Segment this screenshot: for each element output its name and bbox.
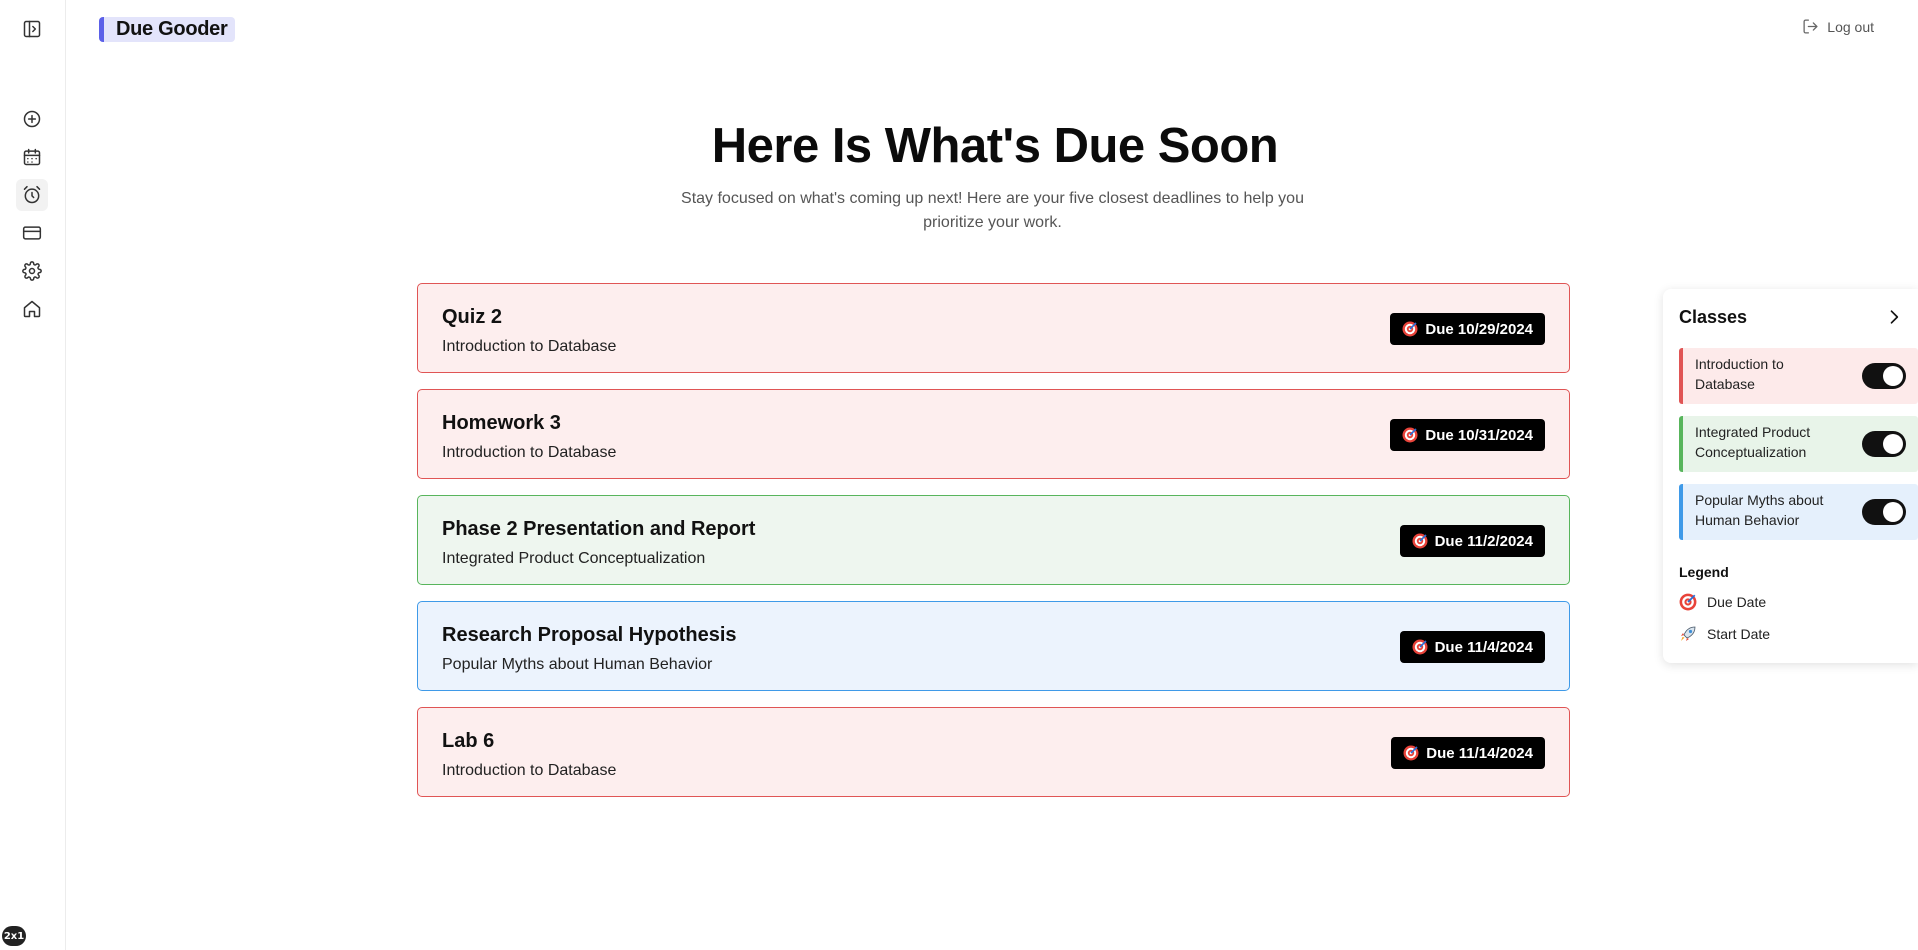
- due-date-text: Due 11/4/2024: [1434, 638, 1533, 656]
- brand-logo[interactable]: Due Gooder: [99, 17, 236, 42]
- due-date-text: Due 10/31/2024: [1425, 426, 1533, 444]
- assignment-card[interactable]: Lab 6 Introduction to Database Due 11/14…: [417, 707, 1570, 797]
- class-item: Integrated Product Conceptualization: [1679, 416, 1918, 472]
- due-date-text: Due 11/14/2024: [1426, 744, 1533, 762]
- due-date-text: Due 11/2/2024: [1434, 532, 1533, 550]
- class-visibility-toggle[interactable]: [1862, 431, 1906, 457]
- logout-button[interactable]: Log out: [1802, 18, 1874, 35]
- class-item: Introduction to Database: [1679, 348, 1918, 404]
- alarm-clock-icon[interactable]: [16, 179, 48, 211]
- classes-panel: Classes Introduction to Database Integra…: [1663, 289, 1918, 663]
- page-subtitle: Stay focused on what's coming up next! H…: [681, 190, 1304, 231]
- classes-panel-title: Classes: [1679, 307, 1748, 327]
- gear-icon[interactable]: [16, 255, 48, 287]
- credit-card-icon[interactable]: [16, 217, 48, 249]
- assignment-title: Lab 6: [442, 730, 495, 752]
- page-title: Here Is What's Due Soon: [711, 119, 1279, 173]
- calendar-icon[interactable]: [16, 141, 48, 173]
- assignment-card[interactable]: Homework 3 Introduction to Database Due …: [417, 389, 1570, 479]
- target-icon: [1412, 639, 1428, 655]
- class-name: Popular Myths about Human Behavior: [1695, 492, 1824, 528]
- target-icon: [1402, 321, 1418, 337]
- assignment-title: Quiz 2: [442, 306, 503, 328]
- legend-item-due-date: Due Date: [1679, 593, 1766, 611]
- legend-item-start-date: Start Date: [1679, 625, 1770, 643]
- assignment-class: Introduction to Database: [442, 338, 617, 355]
- assignment-class: Introduction to Database: [442, 444, 617, 461]
- panel-toggle-icon[interactable]: [16, 13, 48, 45]
- class-name: Introduction to Database: [1695, 356, 1784, 392]
- due-date-badge: Due 10/29/2024: [1390, 313, 1545, 345]
- legend-label: Start Date: [1707, 626, 1771, 642]
- legend-label: Due Date: [1707, 594, 1767, 610]
- rocket-icon: [1679, 625, 1697, 643]
- corner-badge: 2x1: [2, 926, 26, 946]
- legend-title: Legend: [1679, 564, 1729, 580]
- chevron-right-icon[interactable]: [1884, 307, 1904, 327]
- class-visibility-toggle[interactable]: [1862, 363, 1906, 389]
- assignment-list: Quiz 2 Introduction to Database Due 10/2…: [417, 283, 1570, 813]
- due-date-badge: Due 11/14/2024: [1391, 737, 1545, 769]
- assignment-class: Popular Myths about Human Behavior: [442, 656, 713, 673]
- logout-label: Log out: [1827, 18, 1874, 35]
- target-icon: [1412, 533, 1428, 549]
- assignment-title: Phase 2 Presentation and Report: [442, 518, 756, 540]
- target-icon: [1403, 745, 1419, 761]
- assignment-card[interactable]: Phase 2 Presentation and Report Integrat…: [417, 495, 1570, 585]
- assignment-title: Homework 3: [442, 412, 561, 434]
- class-visibility-toggle[interactable]: [1862, 499, 1906, 525]
- assignment-class: Introduction to Database: [442, 762, 617, 779]
- target-icon: [1402, 427, 1418, 443]
- plus-circle-icon[interactable]: [16, 103, 48, 135]
- due-date-badge: Due 11/2/2024: [1399, 525, 1545, 557]
- home-icon[interactable]: [16, 293, 48, 325]
- assignment-card[interactable]: Research Proposal Hypothesis Popular Myt…: [417, 601, 1570, 691]
- due-date-badge: Due 10/31/2024: [1390, 419, 1545, 451]
- assignment-title: Research Proposal Hypothesis: [442, 624, 737, 646]
- class-item: Popular Myths about Human Behavior: [1679, 484, 1918, 540]
- due-date-badge: Due 11/4/2024: [1399, 631, 1545, 663]
- assignment-class: Integrated Product Conceptualization: [442, 550, 706, 567]
- logout-icon: [1803, 19, 1818, 34]
- target-icon: [1679, 593, 1697, 611]
- assignment-card[interactable]: Quiz 2 Introduction to Database Due 10/2…: [417, 283, 1570, 373]
- sidebar: 2x1: [0, 0, 66, 950]
- due-date-text: Due 10/29/2024: [1425, 320, 1533, 338]
- class-name: Integrated Product Conceptualization: [1695, 424, 1811, 460]
